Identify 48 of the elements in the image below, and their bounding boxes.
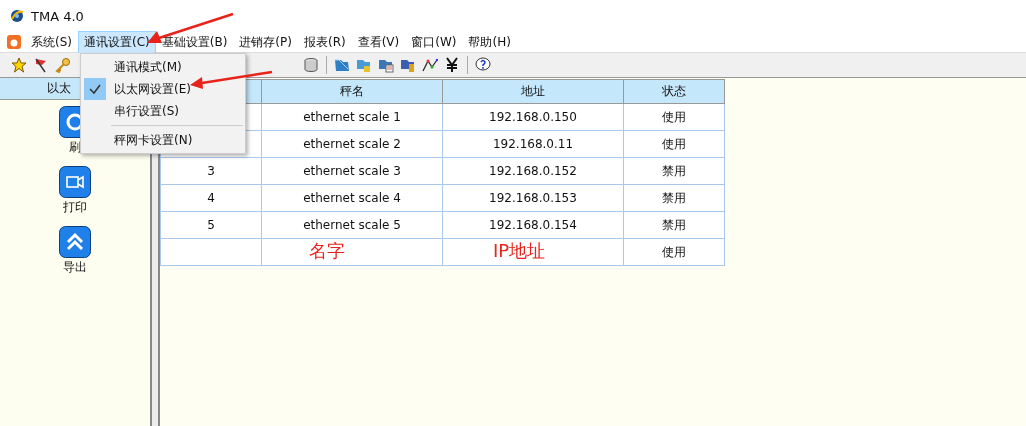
menu-item[interactable]: 通讯设置(C): [78, 30, 156, 54]
database-icon[interactable]: [302, 56, 320, 74]
table-cell: 禁用: [662, 217, 686, 232]
table-cell: ethernet scale 3: [303, 164, 401, 178]
star-icon[interactable]: [10, 56, 28, 74]
column-header[interactable]: 地址: [442, 79, 624, 104]
table-cell: 5: [207, 218, 215, 232]
folder-icon[interactable]: [333, 56, 351, 74]
app-icon[interactable]: [7, 35, 21, 49]
annotation-label: IP地址: [493, 239, 546, 263]
table-cell: 使用: [662, 109, 686, 124]
button-label: 打印: [63, 199, 87, 216]
menu-item[interactable]: 帮助(H): [462, 30, 517, 54]
button-label: 导出: [63, 259, 87, 276]
menu-item[interactable]: 查看(V): [351, 30, 406, 54]
menu-item[interactable]: 进销存(P): [233, 30, 298, 54]
table-cell: 4: [207, 191, 215, 205]
table-cell: 禁用: [662, 163, 686, 178]
table-cell: 192.168.0.154: [489, 218, 577, 232]
menu-item[interactable]: 报表(R): [297, 30, 352, 54]
table-cell: ethernet scale 2: [303, 137, 401, 151]
column-header[interactable]: 状态: [623, 79, 725, 104]
window-title: TMA 4.0: [31, 8, 84, 24]
table-cell: 192.168.0.150: [489, 110, 577, 124]
menu-item[interactable]: 秤网卡设置(N): [114, 131, 193, 149]
annotation-label: 名字: [309, 239, 345, 263]
menu-item[interactable]: 通讯模式(M): [114, 58, 182, 76]
chart-icon[interactable]: [421, 56, 439, 74]
table-cell: 3: [207, 164, 215, 178]
table-cell: ethernet scale 4: [303, 191, 401, 205]
button-label: 刷: [69, 139, 81, 156]
table-cell: 192.168.0.152: [489, 164, 577, 178]
table-cell: 使用: [662, 136, 686, 151]
table-cell: 192.168.0.11: [492, 137, 574, 151]
menu-item[interactable]: 串行设置(S): [114, 102, 179, 120]
menu-item[interactable]: 窗口(W): [405, 30, 463, 54]
menu-item[interactable]: 系统(S): [25, 30, 78, 54]
app-logo-icon: [9, 8, 25, 24]
help-icon[interactable]: [474, 56, 492, 74]
double-chevron-icon[interactable]: [59, 226, 91, 258]
table-cell: 使用: [662, 244, 686, 259]
camera-icon[interactable]: [59, 166, 91, 198]
table-cell: ethernet scale 1: [303, 110, 401, 124]
column-header[interactable]: 秤名: [261, 79, 443, 104]
table-cell: 禁用: [662, 190, 686, 205]
table-cell: 192.168.0.153: [489, 191, 577, 205]
yen-icon[interactable]: [443, 56, 461, 74]
table-cell: ethernet scale 5: [303, 218, 401, 232]
